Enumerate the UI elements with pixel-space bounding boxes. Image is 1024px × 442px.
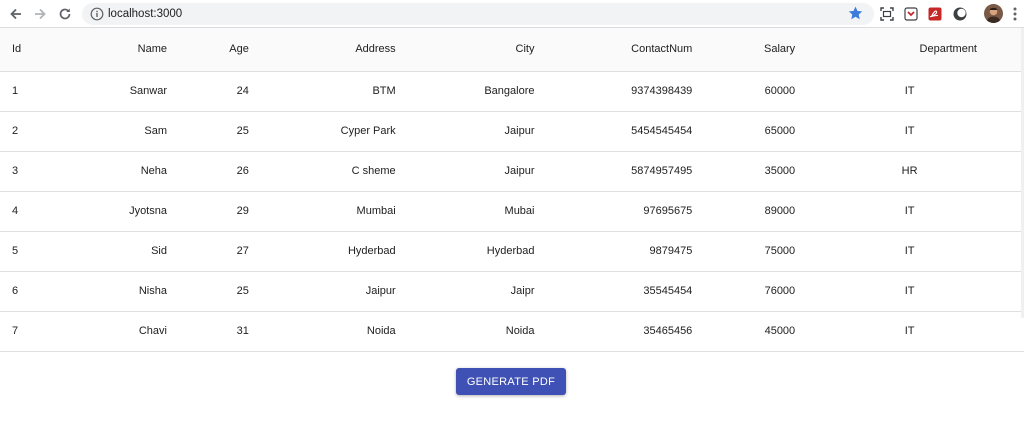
cell-city: Hyderbad [395, 231, 535, 272]
cell-name: Neha [21, 151, 167, 192]
pdf-extension-icon[interactable] [927, 6, 943, 22]
cell-salary: 60000 [692, 71, 796, 112]
cell-id: 6 [0, 271, 22, 312]
cell-department: IT [795, 231, 1024, 272]
cell-city: Jaipr [395, 271, 535, 312]
cell-age: 25 [166, 271, 249, 312]
cell-id: 2 [0, 111, 22, 152]
cell-salary: 76000 [692, 271, 796, 312]
cell-address: Cyper Park [248, 111, 396, 152]
cell-name: Nisha [21, 271, 167, 312]
generate-pdf-button[interactable]: GENERATE PDF [456, 368, 566, 395]
cell-age: 29 [166, 191, 249, 232]
table-row: 7 Chavi 31 Noida Noida 35465456 45000 IT [0, 311, 1024, 352]
cell-department: IT [795, 111, 1024, 152]
employee-table: Id Name Age Address City ContactNum Sala… [0, 28, 1024, 352]
cell-id: 4 [0, 191, 22, 232]
table-header-row: Id Name Age Address City ContactNum Sala… [0, 28, 1024, 72]
browser-menu-icon[interactable] [1012, 5, 1018, 23]
profile-avatar[interactable] [984, 4, 1003, 23]
cell-address: C sheme [248, 151, 396, 192]
cell-department: HR [795, 151, 1024, 192]
cell-contactnum: 97695675 [534, 191, 693, 232]
cell-age: 24 [166, 71, 249, 112]
cell-contactnum: 9374398439 [534, 71, 693, 112]
cell-department: IT [795, 191, 1024, 232]
cell-salary: 45000 [692, 311, 796, 352]
cell-address: Mumbai [248, 191, 396, 232]
table-row: 2 Sam 25 Cyper Park Jaipur 5454545454 65… [0, 111, 1024, 152]
cell-address: Hyderbad [248, 231, 396, 272]
table-row: 5 Sid 27 Hyderbad Hyderbad 9879475 75000… [0, 231, 1024, 272]
bookmark-star-icon[interactable] [847, 5, 864, 22]
cell-name: Sam [21, 111, 167, 152]
cell-contactnum: 9879475 [534, 231, 693, 272]
cell-contactnum: 35465456 [534, 311, 693, 352]
cell-contactnum: 35545454 [534, 271, 693, 312]
cell-address: Noida [248, 311, 396, 352]
cell-city: Jaipur [395, 111, 535, 152]
url-text: localhost:3000 [108, 8, 183, 20]
column-header-contactnum[interactable]: ContactNum [534, 28, 693, 72]
column-header-salary[interactable]: Salary [692, 28, 796, 72]
cell-city: Mubai [395, 191, 535, 232]
cell-city: Bangalore [395, 71, 535, 112]
cell-department: IT [795, 71, 1024, 112]
cell-contactnum: 5454545454 [534, 111, 693, 152]
forward-icon[interactable] [30, 4, 50, 24]
reload-icon[interactable] [55, 4, 75, 24]
column-header-name[interactable]: Name [21, 28, 167, 72]
cell-age: 27 [166, 231, 249, 272]
cell-name: Sanwar [21, 71, 167, 112]
column-header-age[interactable]: Age [166, 28, 249, 72]
back-icon[interactable] [6, 4, 26, 24]
info-icon[interactable] [90, 7, 104, 21]
cell-city: Jaipur [395, 151, 535, 192]
table-row: 1 Sanwar 24 BTM Bangalore 9374398439 600… [0, 71, 1024, 112]
dark-mode-extension-icon[interactable] [952, 6, 968, 22]
cell-salary: 75000 [692, 231, 796, 272]
cell-age: 31 [166, 311, 249, 352]
column-header-city[interactable]: City [395, 28, 535, 72]
cell-salary: 65000 [692, 111, 796, 152]
cell-address: Jaipur [248, 271, 396, 312]
cell-salary: 89000 [692, 191, 796, 232]
cell-age: 26 [166, 151, 249, 192]
table-row: 6 Nisha 25 Jaipur Jaipr 35545454 76000 I… [0, 271, 1024, 312]
cell-name: Jyotsna [21, 191, 167, 232]
cell-id: 3 [0, 151, 22, 192]
cell-id: 1 [0, 71, 22, 112]
cell-name: Chavi [21, 311, 167, 352]
cell-department: IT [795, 271, 1024, 312]
cell-age: 25 [166, 111, 249, 152]
cell-salary: 35000 [692, 151, 796, 192]
address-bar[interactable]: localhost:3000 [82, 3, 874, 25]
cell-address: BTM [248, 71, 396, 112]
pocket-extension-icon[interactable] [903, 6, 919, 22]
cell-id: 7 [0, 311, 22, 352]
column-header-department[interactable]: Department [795, 28, 1024, 72]
cell-city: Noida [395, 311, 535, 352]
browser-toolbar: localhost:3000 [0, 0, 1024, 28]
column-header-address[interactable]: Address [248, 28, 396, 72]
cell-id: 5 [0, 231, 22, 272]
cell-name: Sid [21, 231, 167, 272]
capture-extension-icon[interactable] [879, 6, 895, 22]
cell-department: IT [795, 311, 1024, 352]
column-header-id[interactable]: Id [0, 28, 22, 72]
cell-contactnum: 5874957495 [534, 151, 693, 192]
table-row: 3 Neha 26 C sheme Jaipur 5874957495 3500… [0, 151, 1024, 192]
table-row: 4 Jyotsna 29 Mumbai Mubai 97695675 89000… [0, 191, 1024, 232]
